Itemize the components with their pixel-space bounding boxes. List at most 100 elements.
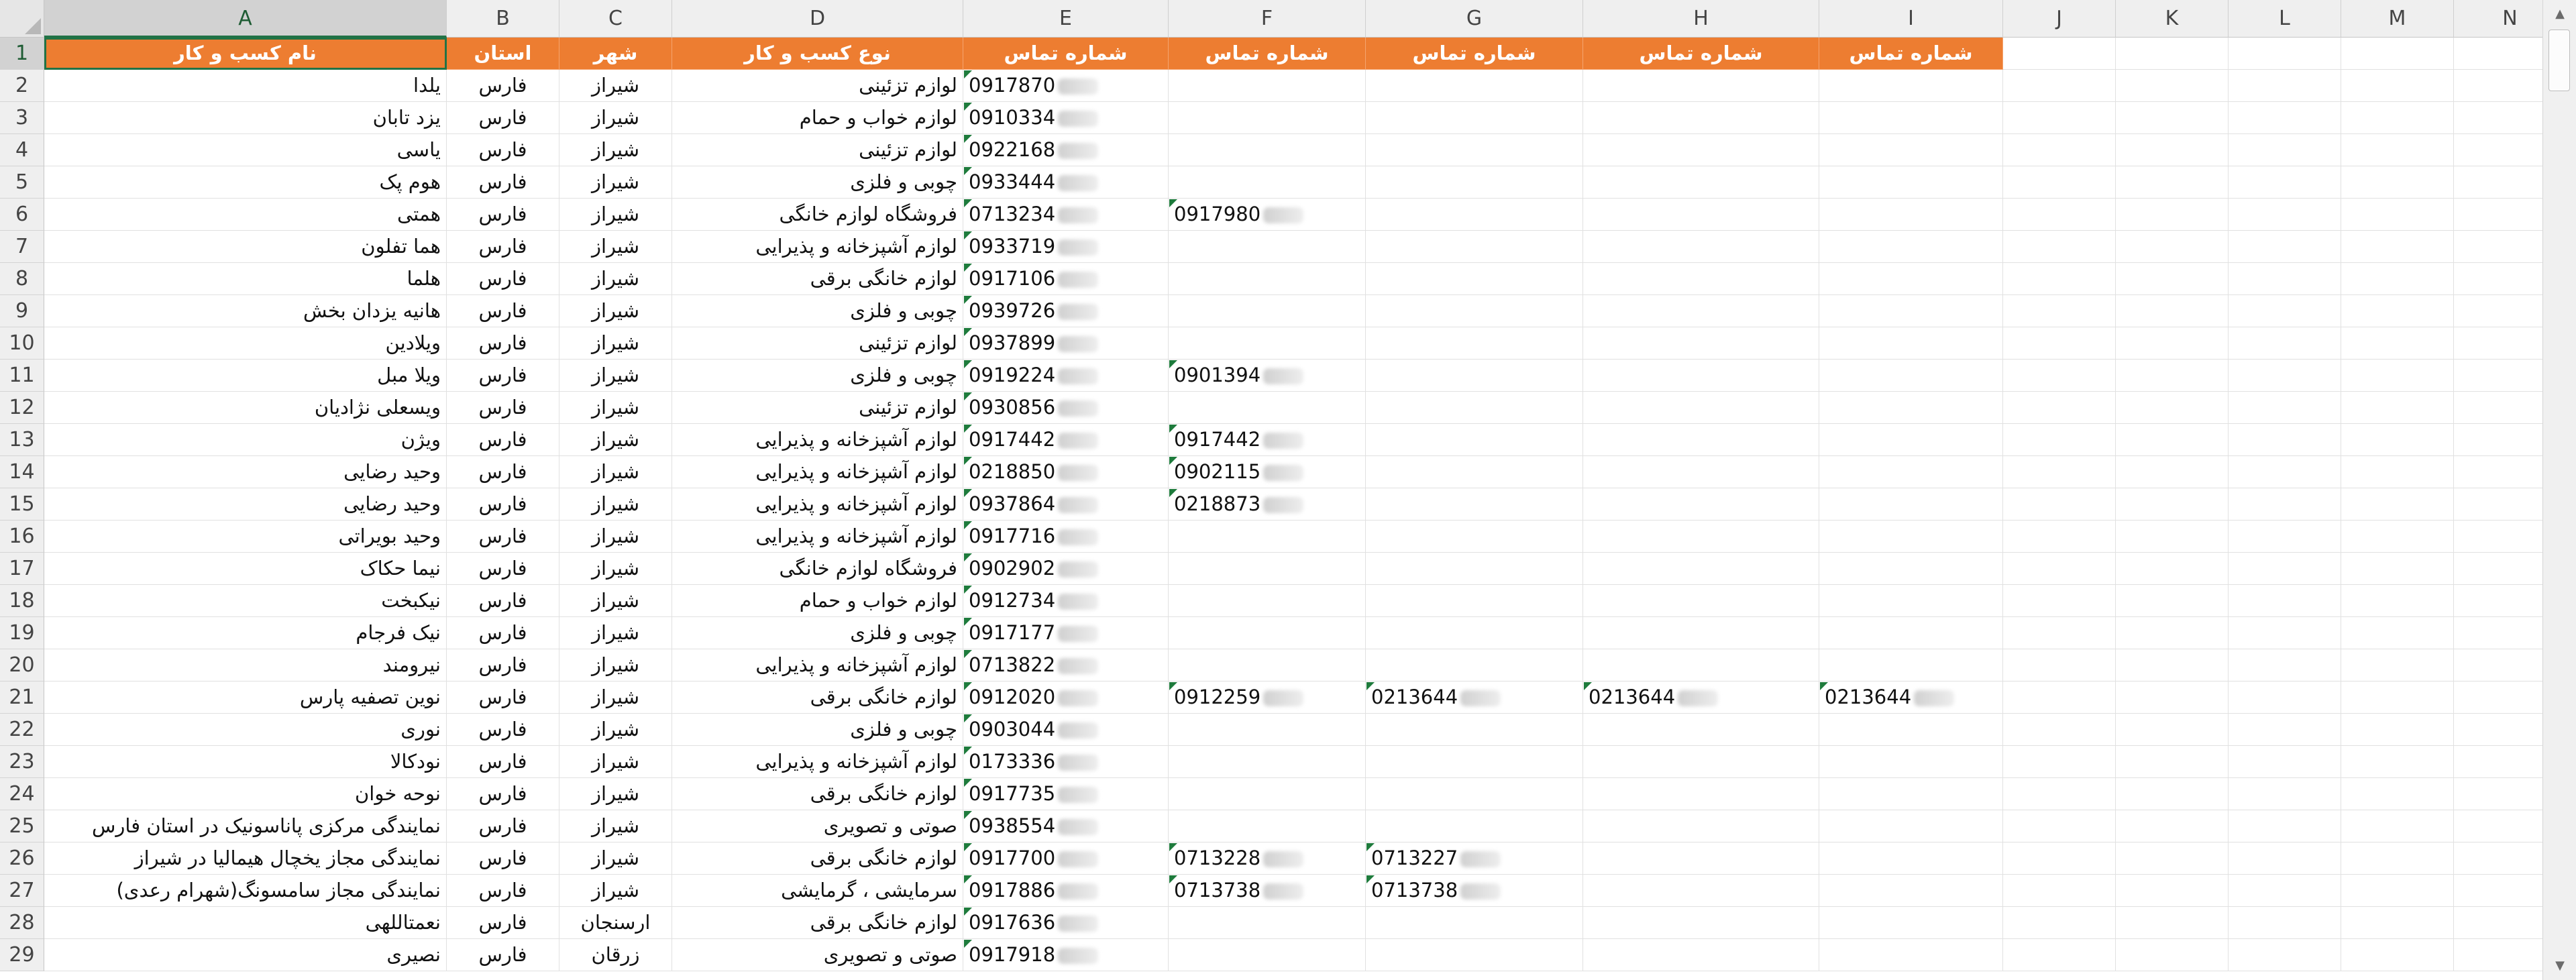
business-type-cell[interactable]: لوازم خانگی برقی bbox=[672, 682, 963, 714]
phone-cell[interactable] bbox=[1819, 778, 2003, 810]
phone-cell[interactable]: 0912259 bbox=[1169, 682, 1366, 714]
phone-cell[interactable] bbox=[1819, 907, 2003, 939]
empty-cell[interactable] bbox=[2116, 488, 2229, 521]
business-name-cell[interactable]: وحید رضایی bbox=[44, 456, 447, 488]
empty-cell[interactable] bbox=[2229, 456, 2341, 488]
phone-cell[interactable] bbox=[1819, 488, 2003, 521]
phone-cell[interactable]: 0917442 bbox=[1169, 424, 1366, 456]
empty-cell[interactable] bbox=[2454, 392, 2542, 424]
business-name-cell[interactable]: نوری bbox=[44, 714, 447, 746]
phone-cell[interactable] bbox=[1169, 585, 1366, 617]
empty-cell[interactable] bbox=[2116, 714, 2229, 746]
phone-cell[interactable] bbox=[1366, 295, 1583, 327]
business-name-cell[interactable]: یاسی bbox=[44, 134, 447, 166]
column-header-h[interactable]: H bbox=[1583, 0, 1819, 38]
phone-cell[interactable] bbox=[1819, 263, 2003, 295]
empty-cell[interactable] bbox=[2229, 488, 2341, 521]
business-type-cell[interactable]: لوازم آشپزخانه و پذیرایی bbox=[672, 456, 963, 488]
empty-cell[interactable] bbox=[2003, 102, 2116, 134]
empty-cell[interactable] bbox=[2341, 263, 2454, 295]
empty-cell[interactable] bbox=[2454, 424, 2542, 456]
empty-cell[interactable] bbox=[2454, 810, 2542, 842]
empty-cell[interactable] bbox=[2116, 521, 2229, 553]
phone-cell[interactable] bbox=[1169, 939, 1366, 971]
empty-cell[interactable] bbox=[2229, 842, 2341, 875]
business-name-cell[interactable]: ویلادین bbox=[44, 327, 447, 360]
phone-cell[interactable] bbox=[1169, 295, 1366, 327]
empty-cell[interactable] bbox=[2341, 939, 2454, 971]
row-header[interactable]: 10 bbox=[0, 327, 44, 360]
header-cell-b[interactable]: استان bbox=[447, 38, 559, 70]
empty-cell[interactable] bbox=[2116, 231, 2229, 263]
empty-cell[interactable] bbox=[2454, 488, 2542, 521]
empty-cell[interactable] bbox=[2454, 553, 2542, 585]
business-type-cell[interactable]: چوبی و فلزی bbox=[672, 360, 963, 392]
city-cell[interactable]: شیراز bbox=[559, 199, 672, 231]
empty-cell[interactable] bbox=[2454, 231, 2542, 263]
phone-cell[interactable] bbox=[1366, 649, 1583, 682]
phone-cell[interactable]: 0902115 bbox=[1169, 456, 1366, 488]
province-cell[interactable]: فارس bbox=[447, 456, 559, 488]
city-cell[interactable]: شیراز bbox=[559, 295, 672, 327]
empty-cell[interactable] bbox=[2229, 714, 2341, 746]
business-type-cell[interactable]: لوازم آشپزخانه و پذیرایی bbox=[672, 488, 963, 521]
phone-cell[interactable] bbox=[1366, 939, 1583, 971]
row-header[interactable]: 11 bbox=[0, 360, 44, 392]
business-name-cell[interactable]: هانیه یزدان بخش bbox=[44, 295, 447, 327]
empty-cell[interactable] bbox=[2116, 360, 2229, 392]
phone-cell[interactable] bbox=[1583, 456, 1819, 488]
phone-cell[interactable] bbox=[1583, 714, 1819, 746]
phone-cell[interactable] bbox=[1169, 102, 1366, 134]
phone-cell[interactable] bbox=[1169, 521, 1366, 553]
empty-cell[interactable] bbox=[2116, 392, 2229, 424]
business-name-cell[interactable]: ویژن bbox=[44, 424, 447, 456]
empty-cell[interactable] bbox=[2229, 907, 2341, 939]
city-cell[interactable]: شیراز bbox=[559, 585, 672, 617]
empty-cell[interactable] bbox=[2003, 392, 2116, 424]
row-header[interactable]: 26 bbox=[0, 842, 44, 875]
empty-cell[interactable] bbox=[2229, 810, 2341, 842]
empty-cell[interactable] bbox=[2454, 360, 2542, 392]
province-cell[interactable]: فارس bbox=[447, 424, 559, 456]
empty-cell[interactable] bbox=[2116, 682, 2229, 714]
phone-cell[interactable] bbox=[1583, 521, 1819, 553]
row-header[interactable]: 29 bbox=[0, 939, 44, 971]
province-cell[interactable]: فارس bbox=[447, 166, 559, 199]
phone-cell[interactable] bbox=[1819, 295, 2003, 327]
empty-cell[interactable] bbox=[2229, 521, 2341, 553]
business-type-cell[interactable]: لوازم آشپزخانه و پذیرایی bbox=[672, 746, 963, 778]
province-cell[interactable]: فارس bbox=[447, 295, 559, 327]
province-cell[interactable]: فارس bbox=[447, 488, 559, 521]
city-cell[interactable]: ارسنجان bbox=[559, 907, 672, 939]
row-header[interactable]: 9 bbox=[0, 295, 44, 327]
empty-cell[interactable] bbox=[2229, 38, 2341, 70]
empty-cell[interactable] bbox=[2116, 263, 2229, 295]
empty-cell[interactable] bbox=[2116, 939, 2229, 971]
empty-cell[interactable] bbox=[2341, 649, 2454, 682]
empty-cell[interactable] bbox=[2454, 714, 2542, 746]
province-cell[interactable]: فارس bbox=[447, 939, 559, 971]
city-cell[interactable]: شیراز bbox=[559, 102, 672, 134]
phone-cell[interactable]: 0919224 bbox=[963, 360, 1169, 392]
row-header[interactable]: 27 bbox=[0, 875, 44, 907]
business-name-cell[interactable]: نوین تصفیه پارس bbox=[44, 682, 447, 714]
empty-cell[interactable] bbox=[2229, 134, 2341, 166]
empty-cell[interactable] bbox=[2341, 842, 2454, 875]
city-cell[interactable]: زرقان bbox=[559, 939, 672, 971]
province-cell[interactable]: فارس bbox=[447, 875, 559, 907]
phone-cell[interactable] bbox=[1169, 649, 1366, 682]
empty-cell[interactable] bbox=[2341, 360, 2454, 392]
business-type-cell[interactable]: لوازم خانگی برقی bbox=[672, 842, 963, 875]
empty-cell[interactable] bbox=[2003, 617, 2116, 649]
city-cell[interactable]: شیراز bbox=[559, 456, 672, 488]
empty-cell[interactable] bbox=[2003, 842, 2116, 875]
phone-cell[interactable] bbox=[1169, 70, 1366, 102]
empty-cell[interactable] bbox=[2116, 166, 2229, 199]
empty-cell[interactable] bbox=[2454, 70, 2542, 102]
phone-cell[interactable] bbox=[1583, 907, 1819, 939]
province-cell[interactable]: فارس bbox=[447, 360, 559, 392]
empty-cell[interactable] bbox=[2229, 939, 2341, 971]
empty-cell[interactable] bbox=[2003, 649, 2116, 682]
city-cell[interactable]: شیراز bbox=[559, 553, 672, 585]
city-cell[interactable]: شیراز bbox=[559, 231, 672, 263]
